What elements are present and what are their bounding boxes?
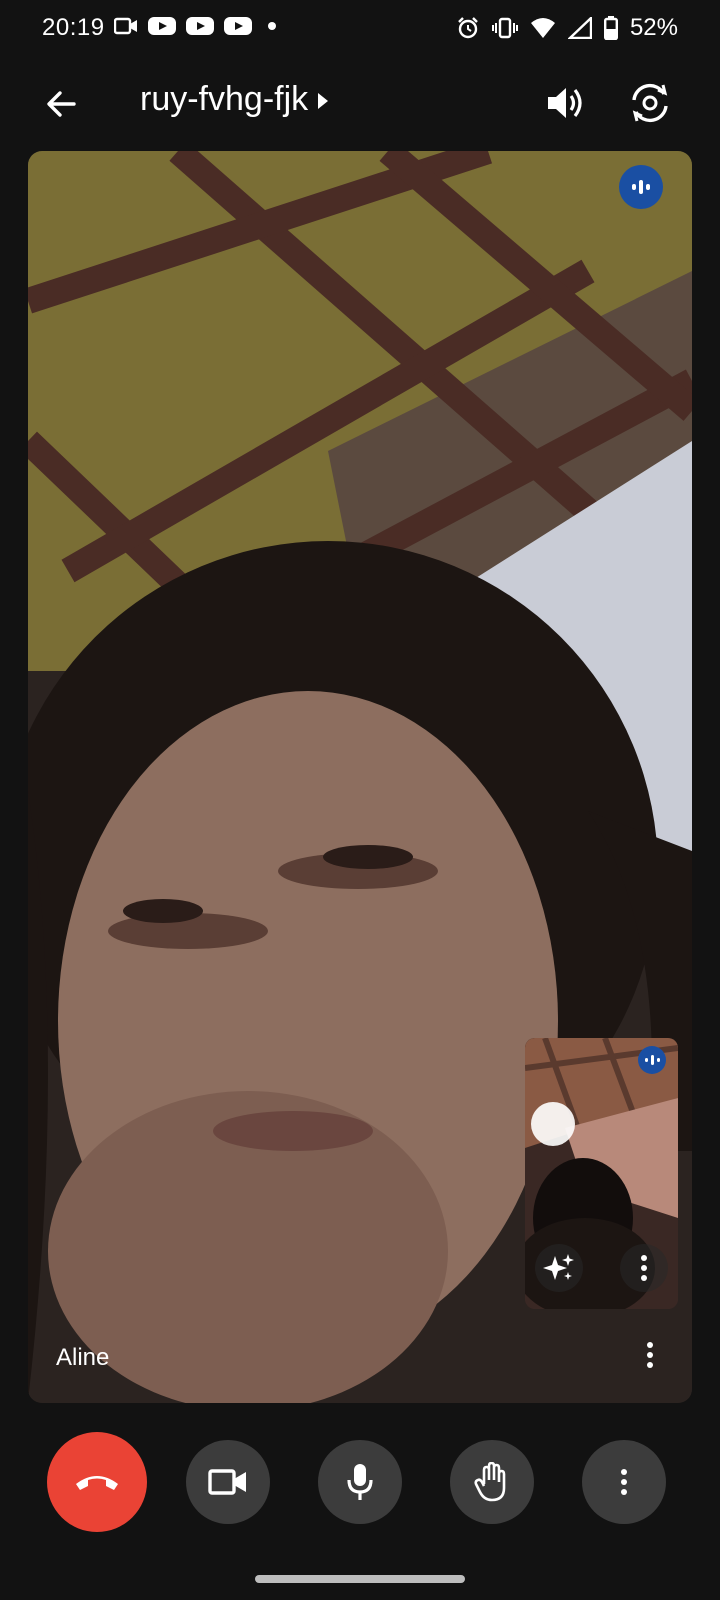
meeting-code: ruy-fvhg-fjk <box>140 80 309 118</box>
more-vert-icon <box>640 1255 648 1281</box>
wifi-icon <box>530 18 555 38</box>
camera-toggle-button[interactable] <box>186 1440 270 1524</box>
self-view-more-button[interactable] <box>620 1244 668 1292</box>
participant-more-button[interactable] <box>630 1338 670 1378</box>
battery-icon <box>603 16 618 40</box>
audio-output-button[interactable] <box>540 78 590 128</box>
audio-level-icon <box>632 180 650 194</box>
more-vert-icon <box>620 1469 628 1495</box>
raise-hand-icon <box>474 1462 506 1502</box>
status-bar: 20:19 52% <box>0 0 720 56</box>
back-button[interactable] <box>40 82 84 126</box>
status-time: 20:19 <box>42 14 105 41</box>
youtube-icon <box>148 17 176 35</box>
participant-name: Aline <box>56 1344 110 1371</box>
camera-icon <box>208 1469 246 1495</box>
arrow-back-icon <box>47 91 76 117</box>
signal-icon <box>567 17 592 39</box>
switch-camera-icon <box>632 83 668 123</box>
speaking-indicator <box>619 165 663 209</box>
home-indicator[interactable] <box>255 1575 465 1583</box>
alarm-icon <box>458 17 478 39</box>
youtube-icon <box>224 17 252 35</box>
youtube-icon <box>186 17 214 35</box>
effects-button[interactable] <box>535 1244 583 1292</box>
audio-level-icon <box>644 1055 660 1065</box>
video-call-icon <box>114 17 137 35</box>
vibrate-icon <box>491 17 518 39</box>
raise-hand-button[interactable] <box>450 1440 534 1524</box>
more-options-button[interactable] <box>582 1440 666 1524</box>
battery-percent: 52% <box>629 14 678 41</box>
more-vert-icon <box>646 1342 654 1368</box>
self-view-tile[interactable] <box>525 1038 678 1309</box>
sparkle-effects-icon <box>543 1254 574 1280</box>
self-speaking-indicator <box>638 1046 666 1074</box>
switch-camera-button[interactable] <box>625 78 675 128</box>
notification-icons <box>114 15 282 37</box>
meeting-info-button[interactable]: ruy-fvhg-fjk <box>140 80 329 119</box>
notification-dot-icon <box>268 22 276 30</box>
status-right: 52% <box>456 14 678 42</box>
microphone-icon <box>347 1464 373 1500</box>
call-controls <box>0 1430 720 1530</box>
speaker-icon <box>548 88 582 118</box>
microphone-toggle-button[interactable] <box>318 1440 402 1524</box>
chevron-right-icon <box>318 92 329 109</box>
meeting-top-bar: ruy-fvhg-fjk <box>0 64 720 144</box>
